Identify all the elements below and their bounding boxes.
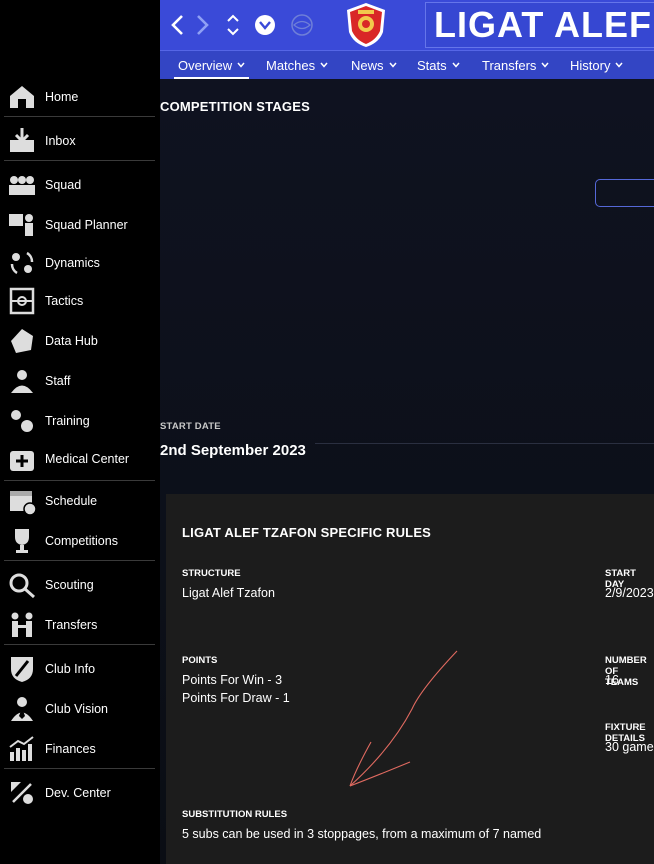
sidebar-item-label: Transfers bbox=[45, 618, 98, 632]
data-hub-icon bbox=[7, 326, 37, 356]
sidebar-item-label: Training bbox=[45, 414, 90, 428]
sidebar-item-club-vision[interactable]: Club Vision bbox=[0, 689, 155, 729]
section-heading-stages: COMPETITION STAGES bbox=[160, 99, 310, 114]
sidebar-item-label: Squad bbox=[45, 178, 82, 192]
sidebar-item-home[interactable]: Home bbox=[0, 77, 155, 117]
chevron-down-icon bbox=[452, 60, 460, 70]
sidebar-item-label: Dynamics bbox=[45, 256, 100, 270]
sidebar-item-label: Inbox bbox=[45, 134, 76, 148]
dropdown-circle-icon[interactable] bbox=[254, 14, 276, 36]
chevron-down-icon bbox=[237, 60, 245, 70]
sidebar-item-staff[interactable]: Staff bbox=[0, 361, 155, 401]
sidebar-item-club-info[interactable]: Club Info bbox=[0, 649, 155, 689]
league-logo-icon bbox=[291, 14, 313, 36]
sidebar-item-label: Club Vision bbox=[45, 702, 109, 716]
club-badge-icon bbox=[347, 3, 385, 47]
club-info-icon bbox=[7, 654, 37, 684]
sidebar-item-label: Medical Center bbox=[45, 452, 130, 466]
forward-arrow-icon[interactable] bbox=[192, 13, 212, 37]
tab-stats[interactable]: Stats bbox=[417, 51, 460, 79]
sidebar-divider bbox=[4, 644, 155, 645]
medical-center-icon bbox=[7, 444, 37, 474]
chevron-down-icon bbox=[388, 60, 397, 70]
sidebar-divider bbox=[4, 480, 155, 481]
sidebar-item-dev-center[interactable]: Dev. Center bbox=[0, 773, 155, 813]
tab-label: News bbox=[351, 57, 384, 73]
sidebar-item-inbox[interactable]: Inbox bbox=[0, 121, 155, 161]
sub-navigation: Overview Matches News Stats Transfers History bbox=[160, 50, 654, 79]
sidebar-divider bbox=[4, 160, 155, 161]
annotation-arrow bbox=[349, 650, 458, 787]
tab-matches[interactable]: Matches bbox=[266, 51, 328, 79]
sidebar-item-schedule[interactable]: Schedule bbox=[0, 481, 155, 521]
sidebar-item-tactics[interactable]: Tactics bbox=[0, 281, 155, 321]
sidebar-item-competitions[interactable]: Competitions bbox=[0, 521, 155, 561]
squad-planner-icon bbox=[7, 210, 37, 240]
sidebar-divider bbox=[4, 116, 155, 117]
sidebar-item-squad[interactable]: Squad bbox=[0, 165, 155, 205]
tab-label: Stats bbox=[417, 57, 447, 73]
tab-transfers[interactable]: Transfers bbox=[482, 51, 549, 79]
sidebar-item-label: Tactics bbox=[45, 294, 84, 308]
sidebar-item-label: Scouting bbox=[45, 578, 94, 592]
sidebar-divider bbox=[4, 560, 155, 561]
sidebar-item-label: Competitions bbox=[45, 534, 118, 548]
sidebar-item-scouting[interactable]: Scouting bbox=[0, 565, 155, 605]
dev-center-icon bbox=[7, 778, 37, 808]
specific-rules-panel: LIGAT ALEF TZAFON SPECIFIC RULES STRUCTU… bbox=[166, 494, 654, 864]
tab-label: Matches bbox=[266, 57, 316, 73]
sidebar-item-squad-planner[interactable]: Squad Planner bbox=[0, 205, 155, 245]
trophy-icon bbox=[7, 526, 37, 556]
tab-label: Transfers bbox=[482, 57, 537, 73]
sidebar-item-label: Staff bbox=[45, 374, 71, 388]
squad-icon bbox=[7, 170, 37, 200]
sidebar-item-label: Finances bbox=[45, 742, 96, 756]
tab-history[interactable]: History bbox=[570, 51, 624, 79]
sidebar-item-training[interactable]: Training bbox=[0, 401, 155, 441]
tab-overview[interactable]: Overview bbox=[173, 51, 250, 79]
chevron-down-icon bbox=[541, 60, 549, 70]
up-down-arrows-icon[interactable] bbox=[225, 12, 241, 38]
home-icon bbox=[7, 82, 37, 112]
tactics-icon bbox=[7, 286, 37, 316]
sidebar-item-label: Home bbox=[45, 90, 79, 104]
back-arrow-icon[interactable] bbox=[168, 13, 188, 37]
sidebar: Home Inbox Squad Squad Planner Dynamics Tacti… bbox=[0, 0, 157, 864]
tab-label: History bbox=[570, 57, 611, 73]
start-date-value: 2nd September 2023 bbox=[160, 442, 306, 459]
training-icon bbox=[7, 406, 37, 436]
tab-news[interactable]: News bbox=[351, 51, 397, 79]
staff-icon bbox=[7, 366, 37, 396]
finances-icon bbox=[7, 734, 37, 764]
sidebar-item-transfers[interactable]: Transfers bbox=[0, 605, 155, 645]
sidebar-item-data-hub[interactable]: Data Hub bbox=[0, 321, 155, 361]
page-title: LIGAT ALEF bbox=[434, 4, 652, 45]
top-bar: LIGAT ALEF bbox=[160, 0, 654, 50]
chevron-down-icon bbox=[320, 60, 328, 70]
sidebar-item-label: Schedule bbox=[45, 494, 98, 508]
dynamics-icon bbox=[7, 248, 37, 278]
sidebar-item-label: Dev. Center bbox=[45, 786, 111, 800]
stage-selector-box[interactable] bbox=[595, 179, 654, 207]
chevron-down-icon bbox=[615, 60, 624, 70]
tab-label: Overview bbox=[178, 57, 233, 73]
title-box: LIGAT ALEF bbox=[425, 2, 654, 48]
divider-line bbox=[315, 443, 654, 444]
schedule-icon bbox=[7, 486, 37, 516]
sidebar-item-finances[interactable]: Finances bbox=[0, 729, 155, 769]
sidebar-item-medical-center[interactable]: Medical Center bbox=[0, 439, 155, 479]
inbox-icon bbox=[7, 126, 37, 156]
start-date-label: START DATE bbox=[160, 421, 221, 432]
sidebar-item-label: Club Info bbox=[45, 662, 96, 676]
club-vision-icon bbox=[7, 694, 37, 724]
scouting-icon bbox=[7, 570, 37, 600]
sidebar-divider bbox=[4, 768, 155, 769]
sidebar-item-label: Squad Planner bbox=[45, 218, 128, 232]
sidebar-item-label: Data Hub bbox=[45, 334, 98, 348]
sidebar-item-dynamics[interactable]: Dynamics bbox=[0, 243, 155, 283]
transfers-icon bbox=[7, 610, 37, 640]
